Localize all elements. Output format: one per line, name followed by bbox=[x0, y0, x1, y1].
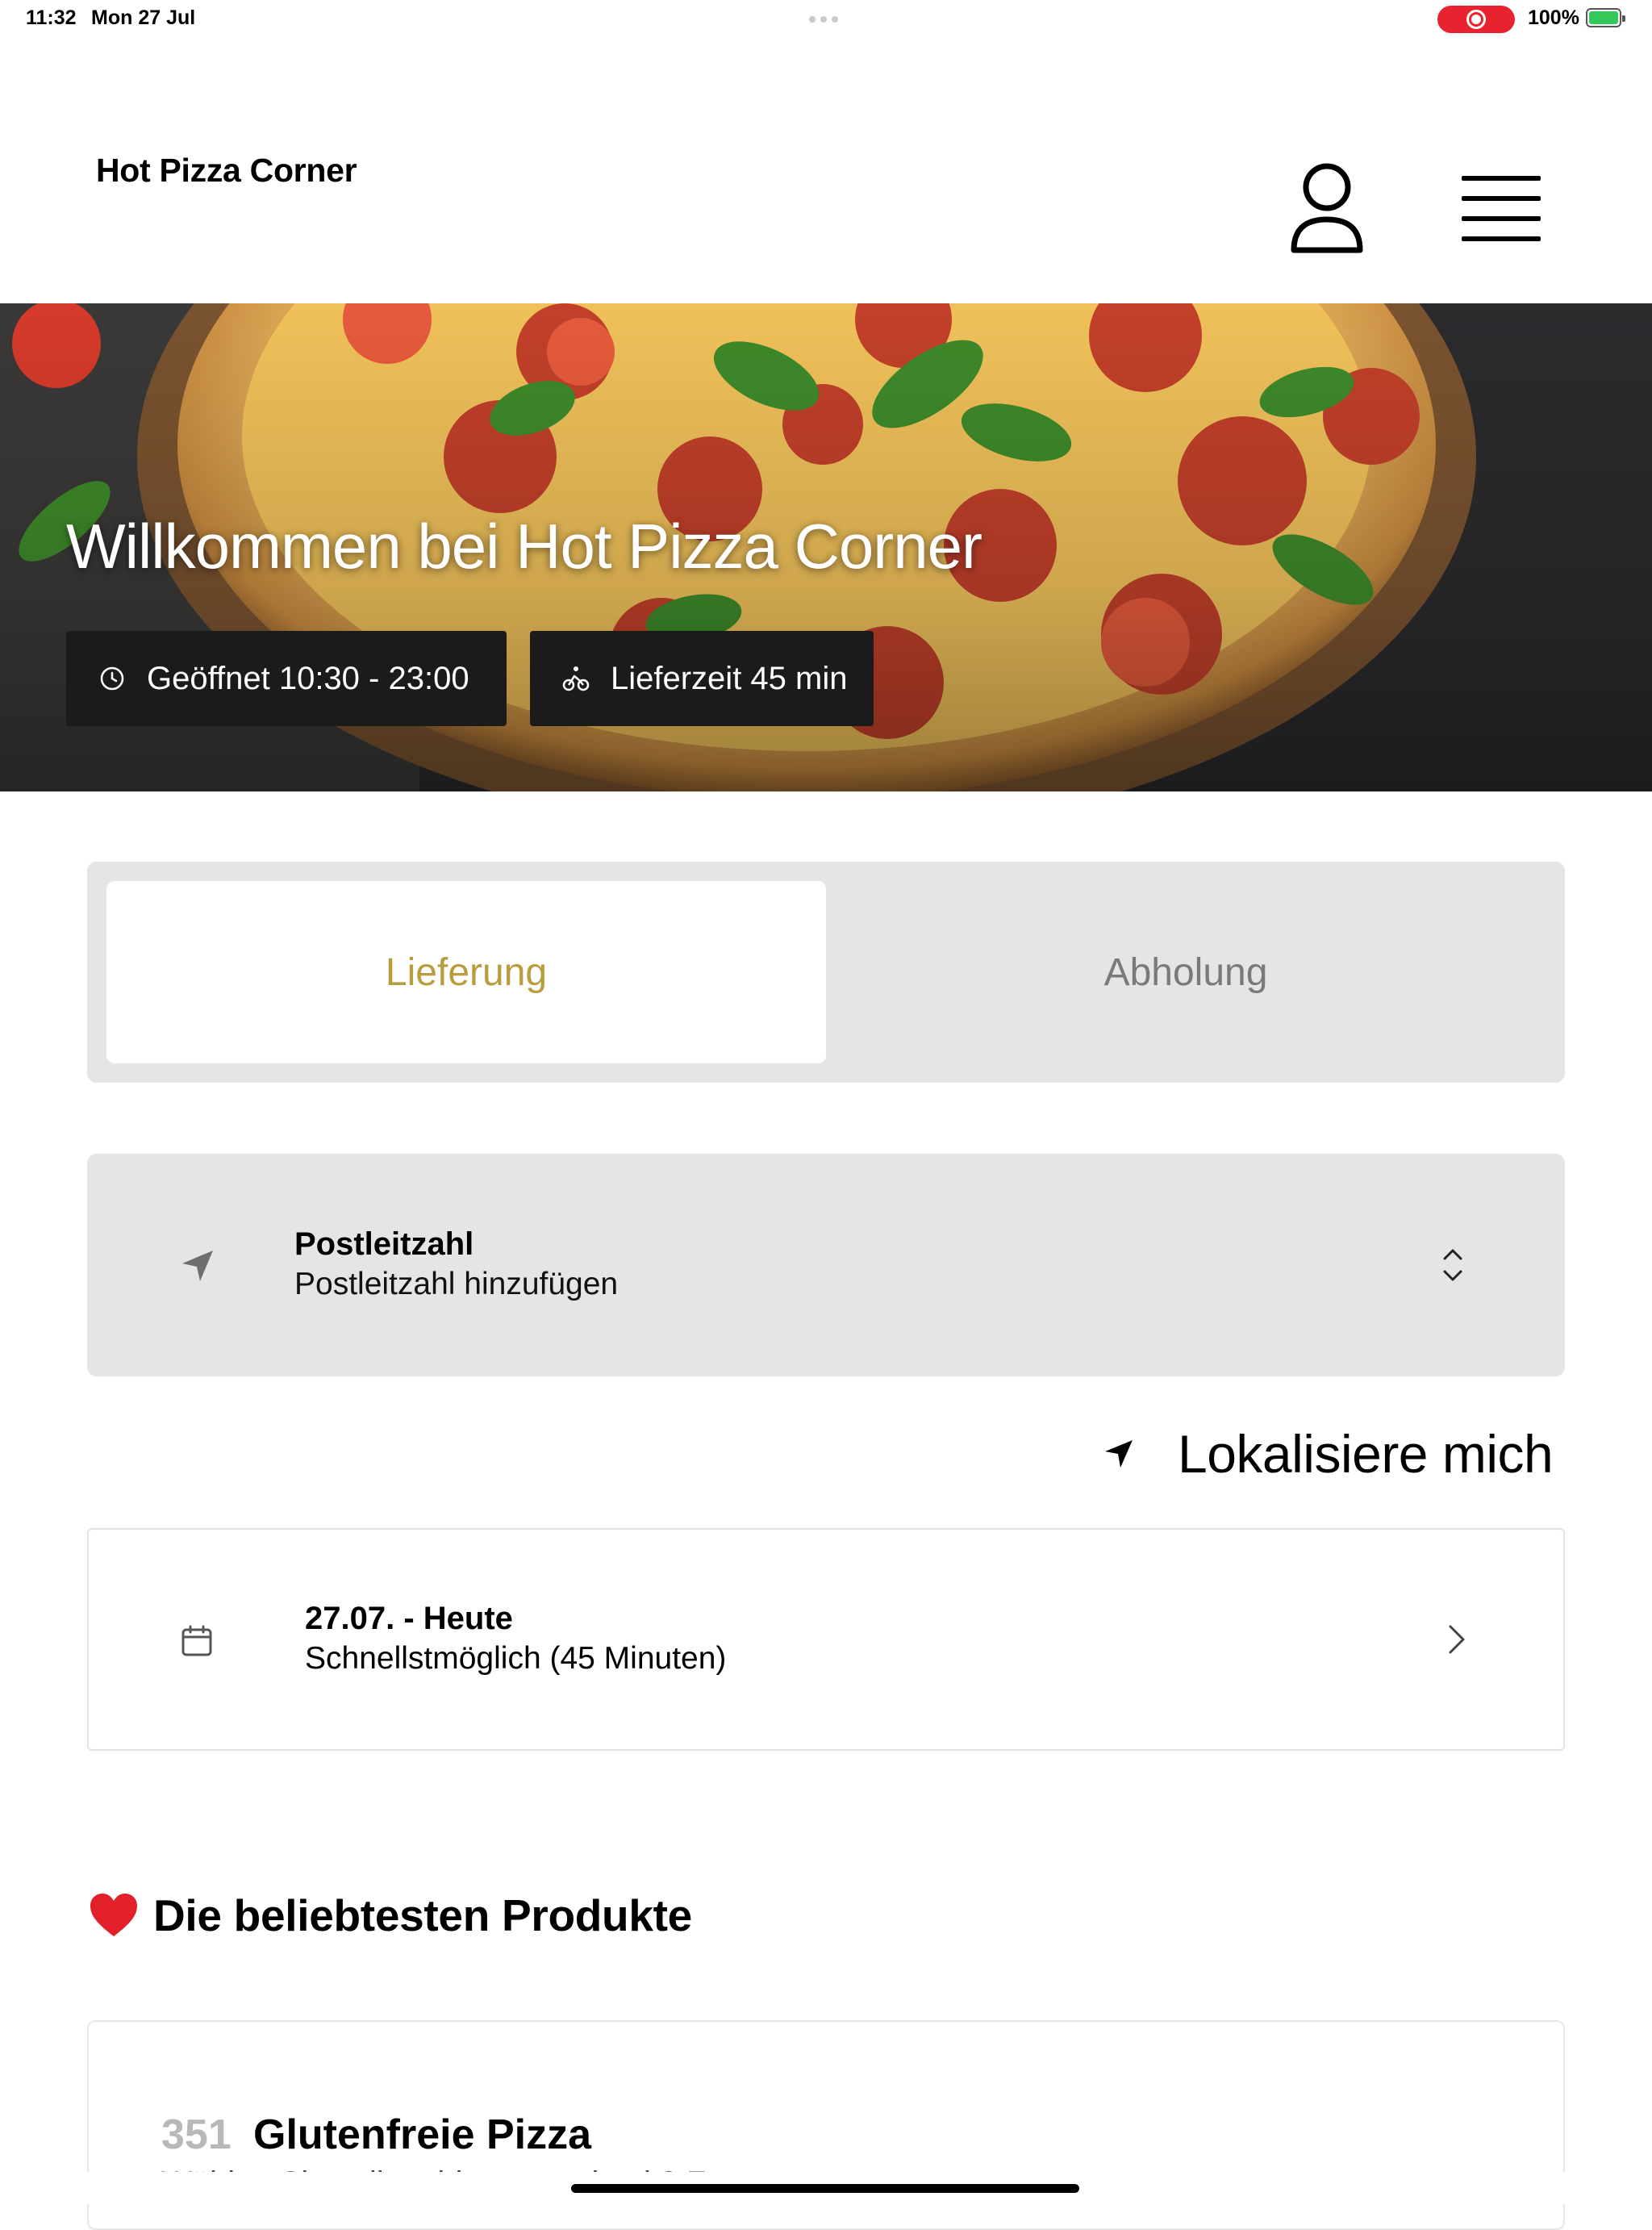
multitasking-dots-icon[interactable] bbox=[809, 16, 838, 23]
status-bar: 11:32 Mon 27 Jul 100% bbox=[0, 0, 1652, 39]
popular-products-title: Die beliebtesten Produkte bbox=[153, 1890, 692, 1940]
hero-banner: Willkommen bei Hot Pizza Corner Geöffnet… bbox=[0, 303, 1652, 791]
hero-title: Willkommen bei Hot Pizza Corner bbox=[66, 511, 982, 582]
battery-percentage: 100% bbox=[1528, 6, 1579, 29]
delivery-time-option: Schnellstmöglich (45 Minuten) bbox=[305, 1641, 727, 1676]
locate-me-label: Lokalisiere mich bbox=[1178, 1424, 1554, 1484]
person-icon bbox=[1291, 163, 1363, 253]
delivery-time-selector[interactable]: 27.07. - Heute Schnellstmöglich (45 Minu… bbox=[87, 1528, 1565, 1751]
screen-recording-icon[interactable] bbox=[1437, 6, 1515, 33]
profile-button[interactable] bbox=[1289, 161, 1365, 255]
delivery-tab[interactable]: Lieferung bbox=[106, 881, 826, 1063]
heart-icon bbox=[90, 1894, 137, 1936]
status-time: 11:32 bbox=[26, 6, 77, 29]
delivery-time-text: Lieferzeit 45 min bbox=[611, 660, 848, 696]
location-arrow-icon bbox=[182, 1251, 213, 1281]
menu-button[interactable] bbox=[1462, 176, 1542, 242]
status-date: Mon 27 Jul bbox=[91, 6, 196, 29]
brand-name[interactable]: Hot Pizza Corner bbox=[96, 152, 357, 190]
product-number: 351 bbox=[161, 2111, 232, 2158]
chevron-up-down-icon[interactable] bbox=[1439, 1244, 1466, 1286]
home-indicator[interactable] bbox=[571, 2184, 1079, 2193]
opening-hours-text: Geöffnet 10:30 - 23:00 bbox=[147, 660, 469, 696]
order-type-segmented-control: Lieferung Abholung bbox=[87, 862, 1565, 1083]
chevron-right-icon bbox=[1449, 1625, 1465, 1654]
delivery-date: 27.07. - Heute bbox=[305, 1601, 513, 1636]
opening-hours-badge: Geöffnet 10:30 - 23:00 bbox=[66, 631, 507, 726]
app-header: Hot Pizza Corner bbox=[0, 39, 1652, 303]
battery-icon bbox=[1586, 8, 1625, 27]
popular-products-heading: Die beliebtesten Produkte bbox=[89, 1890, 692, 1941]
zip-code-placeholder[interactable]: Postleitzahl hinzufügen bbox=[294, 1267, 618, 1302]
delivery-time-badge: Lieferzeit 45 min bbox=[530, 631, 874, 726]
clock-icon bbox=[98, 665, 126, 692]
calendar-icon bbox=[181, 1625, 212, 1656]
product-name: Glutenfreie Pizza bbox=[253, 2111, 591, 2158]
location-arrow-icon bbox=[1105, 1440, 1133, 1468]
pickup-tab[interactable]: Abholung bbox=[826, 881, 1546, 1063]
delivery-bike-icon bbox=[562, 665, 590, 692]
zip-code-field[interactable]: Postleitzahl Postleitzahl hinzufügen bbox=[87, 1154, 1565, 1376]
locate-me-button[interactable]: Lokalisiere mich bbox=[1103, 1422, 1554, 1486]
zip-code-label: Postleitzahl bbox=[294, 1226, 474, 1262]
